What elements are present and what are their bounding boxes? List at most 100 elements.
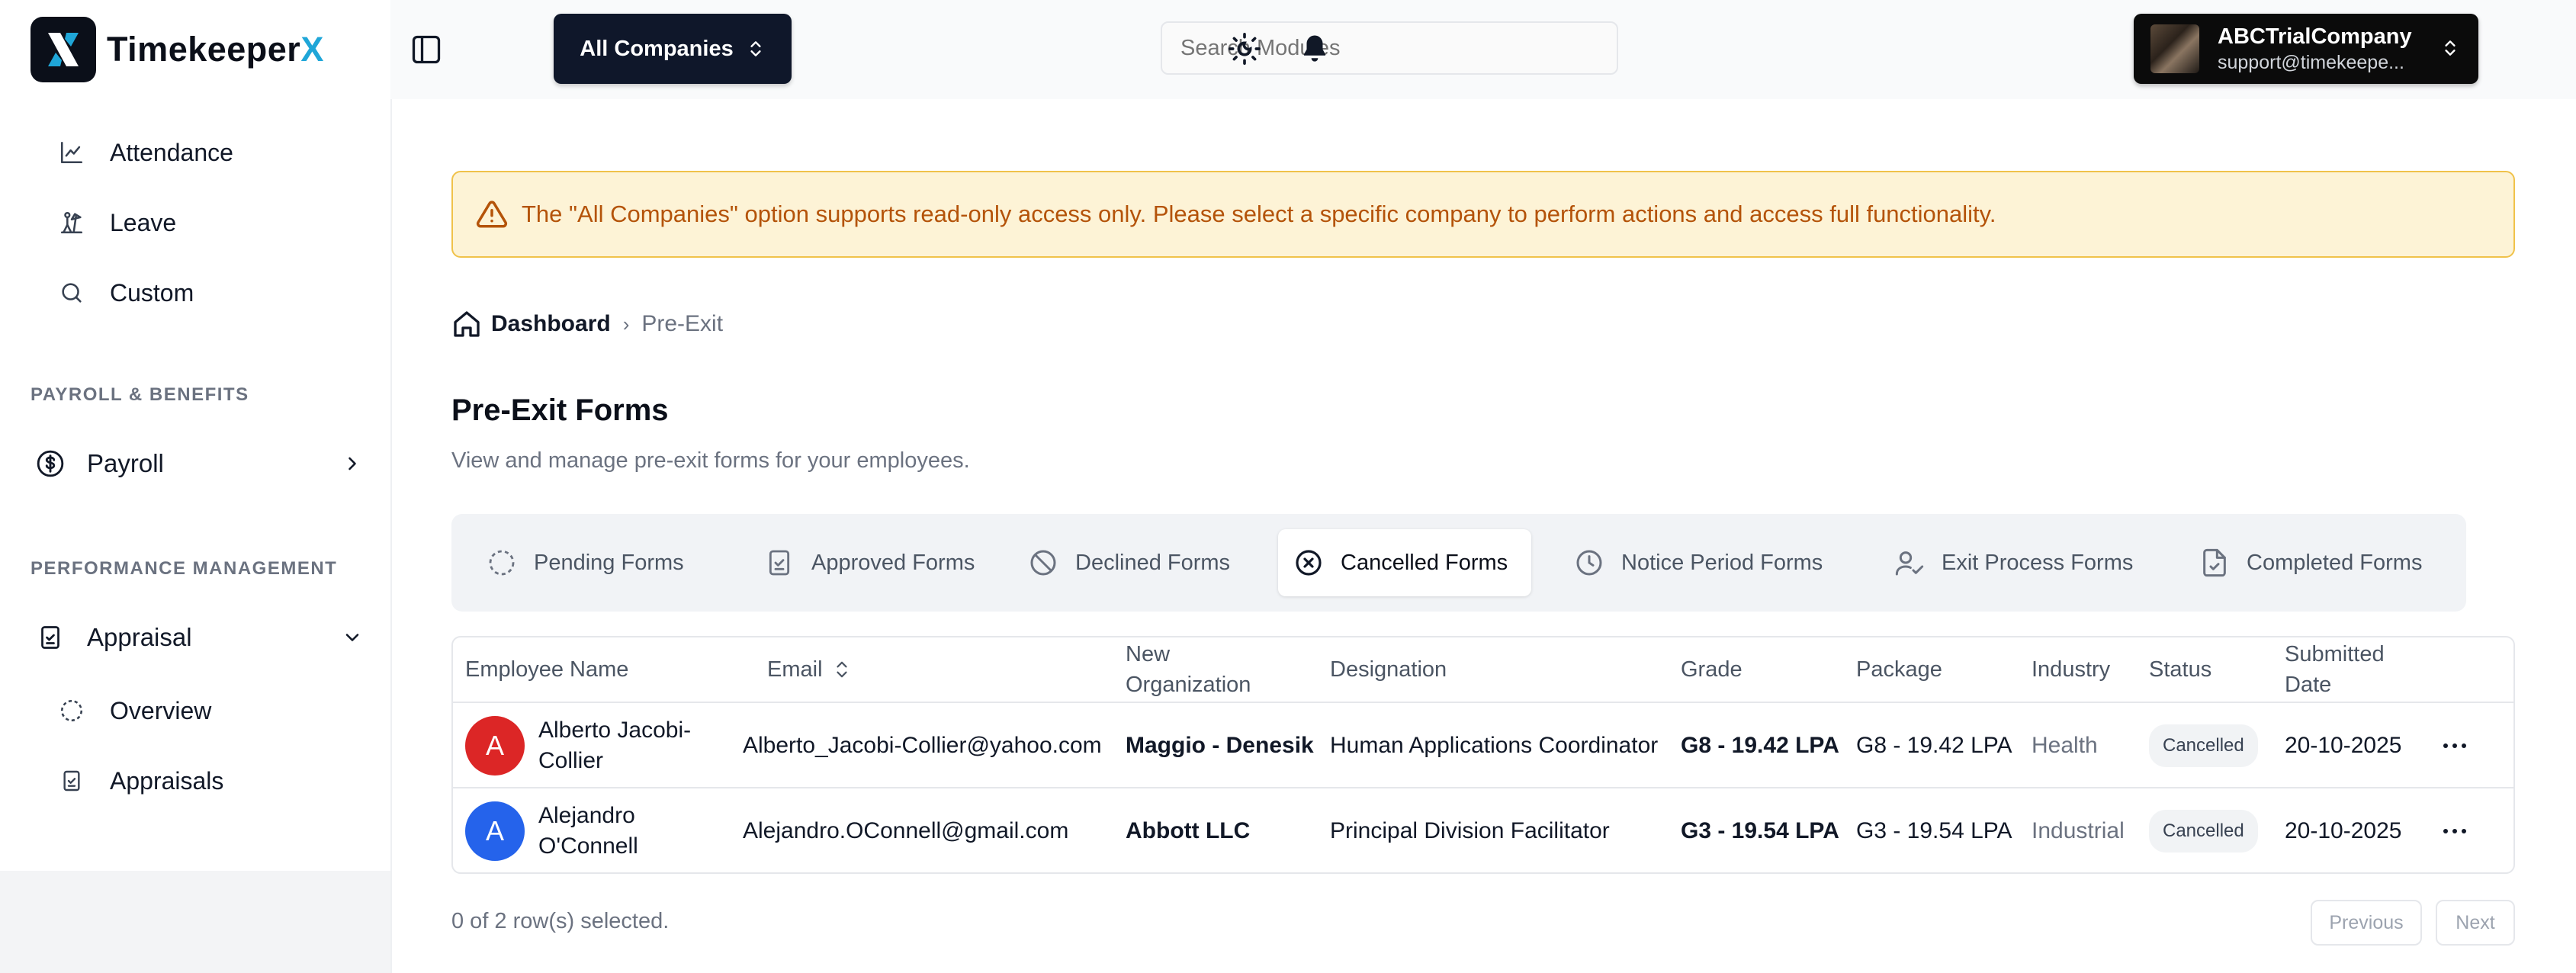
page-title: Pre-Exit Forms: [451, 393, 669, 427]
tab-label: Pending Forms: [534, 550, 684, 575]
column-header-employee-name: Employee Name: [465, 657, 629, 682]
tab-completed-forms[interactable]: Completed Forms: [2184, 529, 2437, 596]
clipboard-check-icon: [34, 621, 67, 654]
sun-moon-icon: [1229, 33, 1261, 65]
account-switcher[interactable]: ABCTrialCompany support@timekeepe...: [2134, 14, 2478, 84]
designation-cell: Principal Division Facilitator: [1330, 818, 1610, 843]
status-badge: Cancelled: [2149, 724, 2258, 767]
dashed-circle-icon: [487, 548, 517, 578]
status-cell: Cancelled: [2149, 703, 2258, 788]
more-actions-button[interactable]: [2436, 727, 2474, 765]
sidebar-item-label: Custom: [110, 278, 194, 307]
column-header-designation: Designation: [1330, 657, 1447, 682]
home-icon: [451, 309, 482, 339]
brand-logo-icon: [31, 17, 96, 82]
section-title-payroll: PAYROLL & BENEFITS: [31, 384, 249, 405]
account-name: ABCTrialCompany: [2218, 24, 2412, 49]
column-header-grade: Grade: [1681, 657, 1742, 682]
sidebar-item-label: Appraisal: [87, 623, 192, 651]
sidebar-item-leave[interactable]: Leave: [31, 195, 366, 250]
next-page-button[interactable]: Next: [2436, 900, 2515, 946]
chevron-down-icon: [339, 624, 366, 651]
chart-line-icon: [55, 136, 88, 169]
status-cell: Cancelled: [2149, 788, 2258, 872]
more-horizontal-icon: [2443, 829, 2466, 833]
submitted-date-cell: 20-10-2025: [2285, 733, 2402, 758]
employee-cell: A Alejandro O'Connell: [465, 788, 638, 872]
more-horizontal-icon: [2443, 743, 2466, 748]
grade-cell: G3 - 19.54 LPA: [1681, 818, 1839, 843]
column-header-line: New: [1126, 642, 1171, 666]
sidebar-item-overview[interactable]: Overview: [31, 683, 366, 738]
sidebar-item-attendance[interactable]: Attendance: [31, 125, 366, 180]
clipboard-check-icon: [55, 764, 88, 798]
theme-toggle-button[interactable]: [1225, 29, 1264, 69]
sidebar-item-appraisals[interactable]: Appraisals: [31, 753, 366, 808]
employee-name-line: Collier: [538, 748, 604, 773]
tab-cancelled-forms[interactable]: Cancelled Forms: [1278, 529, 1531, 596]
column-header-email[interactable]: Email: [767, 637, 850, 702]
chevron-right-icon: [339, 450, 366, 477]
organization-cell: Abbott LLC: [1126, 818, 1251, 843]
column-header-industry: Industry: [2032, 657, 2111, 682]
column-header-new-organization: New Organization: [1126, 637, 1251, 702]
column-header-line: Date: [2285, 673, 2332, 697]
section-title-performance: PERFORMANCE MANAGEMENT: [31, 558, 338, 579]
sidebar-item-payroll[interactable]: Payroll: [31, 436, 366, 491]
sidebar-item-appraisal[interactable]: Appraisal: [31, 610, 366, 665]
file-check-icon: [2199, 548, 2230, 578]
warning-triangle-icon: [476, 198, 508, 230]
package-cell: G3 - 19.54 LPA: [1856, 818, 2012, 843]
brand-name-main: Timekeeper: [107, 30, 301, 69]
brand-name-accent: X: [300, 30, 324, 69]
tab-label: Cancelled Forms: [1341, 550, 1508, 575]
tab-approved-forms[interactable]: Approved Forms: [749, 529, 990, 596]
alert-text: The "All Companies" option supports read…: [522, 201, 1996, 227]
table-row[interactable]: A Alejandro O'Connell Alejandro.OConnell…: [453, 787, 2513, 872]
breadcrumb: Dashboard › Pre-Exit: [451, 307, 723, 342]
breadcrumb-dashboard-link[interactable]: Dashboard: [491, 311, 611, 337]
designation-cell: Human Applications Coordinator: [1330, 733, 1659, 758]
topbar: All Companies ABCTrialCompany support@ti…: [390, 0, 2576, 99]
more-actions-button[interactable]: [2436, 812, 2474, 850]
package-cell: G8 - 19.42 LPA: [1856, 733, 2012, 758]
breadcrumb-separator: ›: [622, 312, 630, 336]
avatar: A: [465, 801, 525, 861]
column-header-line: Organization: [1126, 673, 1251, 697]
sidebar-toggle-button[interactable]: [407, 31, 445, 69]
form-status-tabs: Pending Forms Approved Forms Declined Fo…: [451, 514, 2466, 612]
company-select-value: All Companies: [580, 36, 734, 61]
beach-person-icon: [55, 206, 88, 239]
tab-label: Approved Forms: [811, 550, 975, 575]
row-actions-cell: [2436, 703, 2474, 788]
tab-declined-forms[interactable]: Declined Forms: [1013, 529, 1245, 596]
pre-exit-forms-table: Employee Name Email New Organization Des…: [451, 636, 2515, 874]
notifications-button[interactable]: [1295, 29, 1335, 69]
email-cell: Alejandro.OConnell@gmail.com: [743, 818, 1069, 843]
tab-notice-period-forms[interactable]: Notice Period Forms: [1559, 529, 1838, 596]
sidebar: TimekeeperX Attendance Leave Custom PAYR…: [0, 0, 392, 973]
tab-pending-forms[interactable]: Pending Forms: [471, 529, 699, 596]
tab-label: Declined Forms: [1075, 550, 1231, 575]
employee-name: Alberto Jacobi- Collier: [538, 715, 691, 776]
grade-cell: G8 - 19.42 LPA: [1681, 733, 1839, 758]
company-select[interactable]: All Companies: [554, 14, 792, 84]
dashed-circle-icon: [55, 694, 88, 727]
sidebar-item-custom[interactable]: Custom: [31, 265, 366, 320]
column-header-label: Email: [767, 657, 823, 682]
column-header-status: Status: [2149, 657, 2212, 682]
previous-page-button[interactable]: Previous: [2311, 900, 2422, 946]
table-row[interactable]: A Alberto Jacobi- Collier Alberto_Jacobi…: [453, 702, 2513, 788]
clipboard-check-icon: [764, 548, 795, 578]
read-only-alert: The "All Companies" option supports read…: [451, 171, 2515, 258]
sidebar-item-label: Attendance: [110, 138, 233, 166]
tab-exit-process-forms[interactable]: Exit Process Forms: [1879, 529, 2148, 596]
brand[interactable]: TimekeeperX: [31, 17, 324, 82]
employee-name-line: O'Connell: [538, 833, 638, 859]
industry-cell: Health: [2032, 733, 2098, 758]
employee-name-line: Alejandro: [538, 803, 635, 828]
account-avatar: [2150, 24, 2199, 73]
row-selection-count: 0 of 2 row(s) selected.: [451, 909, 670, 933]
account-email: support@timekeepe...: [2218, 52, 2404, 73]
employee-cell: A Alberto Jacobi- Collier: [465, 703, 691, 788]
